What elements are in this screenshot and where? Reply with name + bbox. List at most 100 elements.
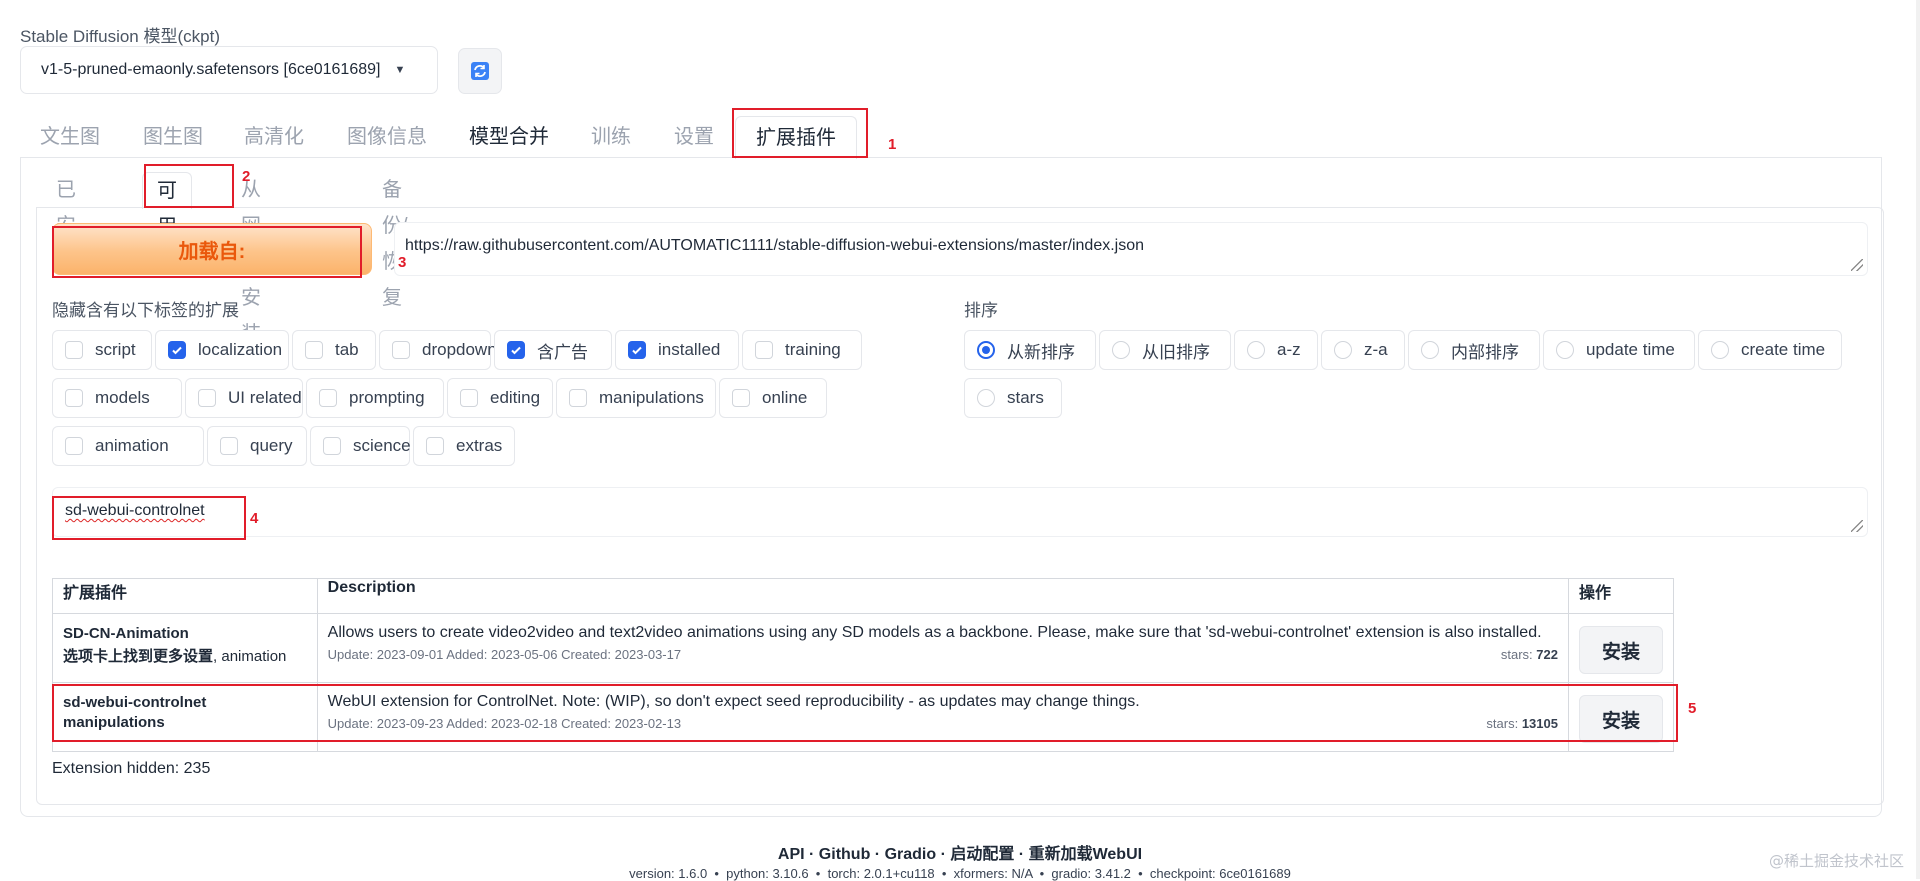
annotation-box-1 [732,108,868,158]
tag-checkbox-script[interactable]: script [52,330,152,370]
sort-radio-label: a-z [1277,340,1301,359]
extension-dates: Update: 2023-09-01 Added: 2023-05-06 Cre… [327,647,682,662]
checkbox-unchecked-icon[interactable] [319,389,337,407]
radio-selected-icon[interactable] [977,341,995,359]
search-input[interactable]: sd-webui-controlnet [52,487,1868,537]
tab-img2img[interactable]: 图生图 [143,116,203,158]
sort-radio-update-time[interactable]: update time [1543,330,1695,370]
checkbox-checked-icon[interactable] [628,341,646,359]
tag-checkbox-editing[interactable]: editing [447,378,553,418]
tab-train[interactable]: 训练 [591,116,631,158]
tag-checkbox-label: dropdown [422,340,497,359]
checkbox-unchecked-icon[interactable] [65,389,83,407]
tag-checkbox-installed[interactable]: installed [615,330,739,370]
sort-radio-从新排序[interactable]: 从新排序 [964,330,1096,370]
annotation-number-4: 4 [250,510,259,527]
sort-radio-label: create time [1741,340,1826,359]
sort-radio-内部排序[interactable]: 内部排序 [1408,330,1540,370]
footer-link-startup-profile[interactable]: 启动配置 [950,846,1014,863]
extension-stars: stars: 722 [1500,647,1558,662]
checkbox-unchecked-icon[interactable] [323,437,341,455]
checkbox-unchecked-icon[interactable] [426,437,444,455]
radio-unselected-icon[interactable] [1556,341,1574,359]
tag-checkbox-manipulations[interactable]: manipulations [556,378,716,418]
tag-checkbox-animation[interactable]: animation [52,426,204,466]
sort-radio-label: 从旧排序 [1142,342,1210,362]
refresh-icon [471,62,489,80]
tag-checkbox-query[interactable]: query [207,426,307,466]
tag-checkbox-dropdown[interactable]: dropdown [379,330,497,370]
tag-checkbox-tab[interactable]: tab [292,330,376,370]
tag-checkbox-label: science [353,436,411,455]
tag-checkbox-label: extras [456,436,503,455]
refresh-button[interactable] [458,48,502,94]
checkbox-unchecked-icon[interactable] [198,389,216,407]
tag-checkbox-training[interactable]: training [742,330,862,370]
checkbox-unchecked-icon[interactable] [65,437,83,455]
index-url-value: https://raw.githubusercontent.com/AUTOMA… [405,237,1145,254]
tab-txt2img[interactable]: 文生图 [40,116,100,158]
header-description: Description [316,578,1569,614]
annotation-number-3: 3 [398,254,407,271]
tab-checkpoint-merger[interactable]: 模型合并 [469,116,549,158]
radio-unselected-icon[interactable] [1421,341,1439,359]
sort-radio-a-z[interactable]: a-z [1234,330,1318,370]
sort-radio-create-time[interactable]: create time [1698,330,1842,370]
tab-settings[interactable]: 设置 [674,116,714,158]
tag-checkbox-online[interactable]: online [719,378,827,418]
radio-unselected-icon[interactable] [977,389,995,407]
scrollbar[interactable] [1916,0,1920,879]
tab-png-info[interactable]: 图像信息 [347,116,427,158]
chevron-down-icon: ▼ [394,64,406,76]
annotation-number-2: 2 [242,168,251,185]
sort-radio-stars[interactable]: stars [964,378,1062,418]
tag-checkbox-prompting[interactable]: prompting [306,378,444,418]
sort-radio-z-a[interactable]: z-a [1321,330,1405,370]
tag-checkbox-含广告[interactable]: 含广告 [494,330,612,370]
extension-name[interactable]: SD-CN-Animation [63,622,307,645]
checkbox-checked-icon[interactable] [507,341,525,359]
annotation-box-2 [144,164,234,208]
radio-unselected-icon[interactable] [1711,341,1729,359]
checkbox-unchecked-icon[interactable] [755,341,773,359]
radio-unselected-icon[interactable] [1334,341,1352,359]
tag-checkbox-extras[interactable]: extras [413,426,515,466]
resize-handle-icon[interactable] [1851,520,1863,532]
tag-checkbox-models[interactable]: models [52,378,182,418]
annotation-box-4 [52,496,246,540]
subtab-installed[interactable]: 已安装 [56,172,76,273]
checkbox-unchecked-icon[interactable] [65,341,83,359]
tag-checkbox-label: query [250,436,293,455]
install-button[interactable]: 安装 [1578,626,1663,674]
model-select[interactable]: v1-5-pruned-emaonly.safetensors [6ce0161… [20,46,438,94]
sort-radio-从旧排序[interactable]: 从旧排序 [1099,330,1231,370]
checkbox-checked-icon[interactable] [168,341,186,359]
checkbox-unchecked-icon[interactable] [305,341,323,359]
radio-unselected-icon[interactable] [1112,341,1130,359]
tag-checkbox-localization[interactable]: localization [155,330,289,370]
radio-unselected-icon[interactable] [1247,341,1265,359]
tag-checkbox-science[interactable]: science [310,426,411,466]
footer-link-github[interactable]: Github [819,846,871,863]
sort-label: 排序 [964,301,998,320]
footer-link-api[interactable]: API [778,846,805,863]
checkbox-unchecked-icon[interactable] [732,389,750,407]
resize-handle-icon[interactable] [1851,259,1863,271]
checkbox-unchecked-icon[interactable] [392,341,410,359]
description-cell: Allows users to create video2video and t… [316,613,1569,683]
index-url-input[interactable]: https://raw.githubusercontent.com/AUTOMA… [394,222,1868,276]
tag-checkbox-ui-related[interactable]: UI related [185,378,303,418]
subtab-backup-restore[interactable]: 备份/恢复 [382,172,408,309]
checkbox-unchecked-icon[interactable] [569,389,587,407]
extension-meta: Update: 2023-09-01 Added: 2023-05-06 Cre… [328,647,1558,662]
extension-description: Allows users to create video2video and t… [327,624,1542,641]
tag-checkbox-label: editing [490,388,541,407]
tab-extras[interactable]: 高清化 [244,116,304,158]
tag-checkbox-label: tab [335,340,359,359]
header-extension: 扩展插件 [52,578,318,614]
checkbox-unchecked-icon[interactable] [460,389,478,407]
footer-link-gradio[interactable]: Gradio [885,846,937,863]
table-header-row: 扩展插件 Description 操作 [52,578,1675,614]
footer-link-reload-ui[interactable]: 重新加载WebUI [1029,846,1143,863]
checkbox-unchecked-icon[interactable] [220,437,238,455]
